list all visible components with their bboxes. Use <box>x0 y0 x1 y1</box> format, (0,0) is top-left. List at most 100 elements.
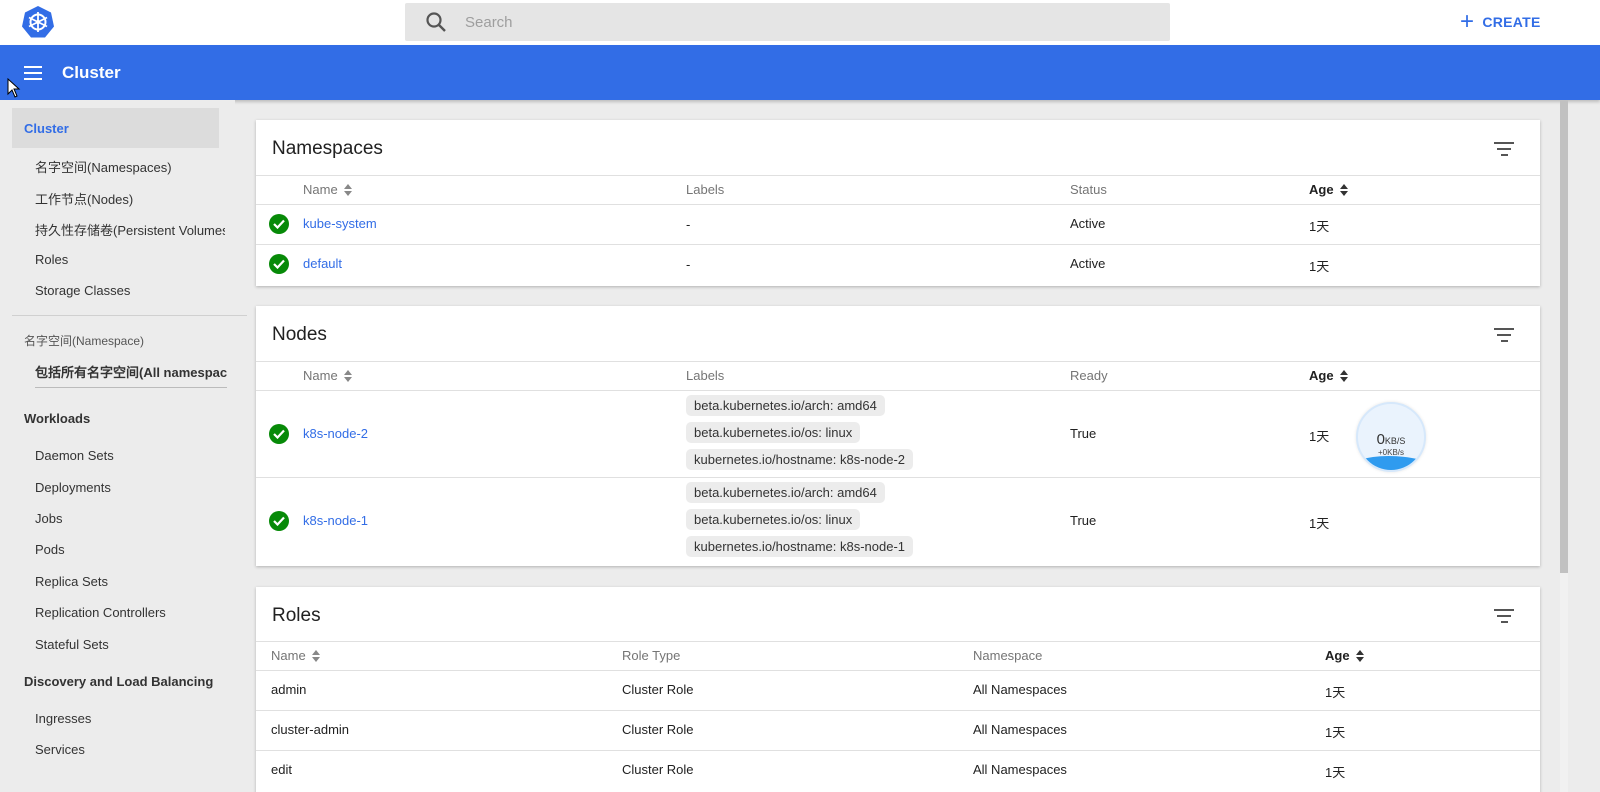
namespace-status: Active <box>1070 216 1106 231</box>
filter-icon[interactable] <box>1494 609 1514 623</box>
node-labels: beta.kubernetes.io/arch: amd64 beta.kube… <box>686 395 914 476</box>
table-row: admin Cluster Role All Namespaces 1天 <box>256 671 1540 711</box>
sidebar-item-replica-sets[interactable]: Replica Sets <box>35 574 225 589</box>
column-header-age[interactable]: Age <box>1325 648 1364 663</box>
sidebar-item-storage-classes[interactable]: Storage Classes <box>35 283 225 298</box>
sidebar-item-deployments[interactable]: Deployments <box>35 480 225 495</box>
success-check-icon <box>269 424 289 444</box>
sidebar: Cluster 名字空间(Namespaces) 工作节点(Nodes) 持久性… <box>0 100 247 792</box>
namespace-selector-label: 名字空间(Namespace) <box>24 334 145 348</box>
node-age: 1天 <box>1309 429 1330 444</box>
nodes-title: Nodes <box>272 324 327 345</box>
sidebar-item-replication-controllers[interactable]: Replication Controllers <box>35 605 225 620</box>
role-name[interactable]: cluster-admin <box>271 722 349 737</box>
role-type: Cluster Role <box>622 762 694 777</box>
sidebar-item-daemon-sets[interactable]: Daemon Sets <box>35 448 225 463</box>
column-header-namespace: Namespace <box>973 648 1043 663</box>
label-chip: kubernetes.io/hostname: k8s-node-1 <box>686 536 914 557</box>
node-ready: True <box>1070 426 1097 441</box>
column-header-labels: Labels <box>686 182 725 197</box>
search-icon <box>426 12 446 32</box>
label-chip: beta.kubernetes.io/arch: amd64 <box>686 482 885 503</box>
sidebar-item-nodes[interactable]: 工作节点(Nodes) <box>35 189 225 208</box>
sidebar-item-stateful-sets[interactable]: Stateful Sets <box>35 637 225 652</box>
wave-fill <box>1358 456 1424 470</box>
plus-icon: + <box>1460 8 1475 35</box>
sort-icon <box>1339 183 1348 196</box>
column-header-status: Status <box>1070 182 1107 197</box>
sidebar-item-roles[interactable]: Roles <box>35 252 225 267</box>
sidebar-section-discovery[interactable]: Discovery and Load Balancing <box>24 674 213 689</box>
label-chip: beta.kubernetes.io/os: linux <box>686 422 861 443</box>
hamburger-menu-icon[interactable] <box>24 66 42 80</box>
mouse-cursor-icon <box>7 78 21 98</box>
role-age: 1天 <box>1325 685 1346 700</box>
page-title: Cluster <box>62 63 121 82</box>
role-namespace: All Namespaces <box>973 762 1067 777</box>
namespaces-card: Namespaces Name Labels Status Age kube-s… <box>256 120 1540 286</box>
table-row: cluster-admin Cluster Role All Namespace… <box>256 711 1540 751</box>
role-name[interactable]: edit <box>271 762 292 777</box>
namespaces-table-header: Name Labels Status Age <box>256 175 1540 205</box>
kubernetes-logo-icon[interactable] <box>22 5 54 39</box>
table-row: default - Active 1天 <box>256 245 1540 286</box>
sidebar-item-jobs[interactable]: Jobs <box>35 511 225 526</box>
namespace-age: 1天 <box>1309 259 1330 274</box>
namespace-selector[interactable]: 包括所有名字空间(All namespaces) <box>35 362 227 388</box>
sidebar-item-pods[interactable]: Pods <box>35 542 225 557</box>
top-bar: + CREATE <box>0 0 1600 45</box>
create-button[interactable]: + CREATE <box>1460 10 1541 34</box>
namespaces-title: Namespaces <box>272 138 383 159</box>
network-speed-value: 0KB/S <box>1376 431 1406 448</box>
filter-icon[interactable] <box>1494 328 1514 342</box>
namespace-link[interactable]: default <box>303 256 342 271</box>
node-ready: True <box>1070 513 1097 528</box>
sidebar-section-workloads[interactable]: Workloads <box>24 411 90 426</box>
sort-icon <box>311 649 320 662</box>
node-labels: beta.kubernetes.io/arch: amd64 beta.kube… <box>686 482 914 563</box>
column-header-name[interactable]: Name <box>303 368 352 383</box>
sort-icon <box>343 183 352 196</box>
roles-card: Roles Name Role Type Namespace Age admin… <box>256 587 1540 792</box>
filter-icon[interactable] <box>1494 142 1514 156</box>
role-namespace: All Namespaces <box>973 682 1067 697</box>
column-header-ready: Ready <box>1070 368 1108 383</box>
search-input[interactable] <box>465 3 1145 41</box>
namespace-link[interactable]: kube-system <box>303 216 377 231</box>
column-header-labels: Labels <box>686 368 725 383</box>
scrollbar-thumb[interactable] <box>1560 100 1568 573</box>
table-row: k8s-node-1 beta.kubernetes.io/arch: amd6… <box>256 478 1540 566</box>
sort-icon <box>1339 369 1348 382</box>
sidebar-item-namespaces[interactable]: 名字空间(Namespaces) <box>35 157 225 176</box>
label-chip: beta.kubernetes.io/arch: amd64 <box>686 395 885 416</box>
roles-table-header: Name Role Type Namespace Age <box>256 641 1540 671</box>
table-row: edit Cluster Role All Namespaces 1天 <box>256 751 1540 791</box>
sidebar-item-services[interactable]: Services <box>35 742 225 757</box>
sort-icon <box>343 369 352 382</box>
sidebar-item-ingresses[interactable]: Ingresses <box>35 711 225 726</box>
roles-title: Roles <box>272 605 321 626</box>
label-chip: beta.kubernetes.io/os: linux <box>686 509 861 530</box>
page-scrollbar[interactable] <box>1560 100 1568 792</box>
node-age: 1天 <box>1309 516 1330 531</box>
network-speed-sub: +0KB/s <box>1377 448 1404 457</box>
nodes-card: Nodes Name Labels Ready Age k8s-node-2 b… <box>256 306 1540 566</box>
role-age: 1天 <box>1325 765 1346 780</box>
column-header-age[interactable]: Age <box>1309 182 1348 197</box>
column-header-name[interactable]: Name <box>303 182 352 197</box>
node-link[interactable]: k8s-node-1 <box>303 513 368 528</box>
column-header-age[interactable]: Age <box>1309 368 1348 383</box>
role-name[interactable]: admin <box>271 682 306 697</box>
sidebar-item-persistent-volumes[interactable]: 持久性存储卷(Persistent Volumes) <box>35 220 225 239</box>
namespace-labels: - <box>686 217 691 232</box>
sidebar-item-cluster[interactable]: Cluster <box>12 108 219 148</box>
nodes-table-header: Name Labels Ready Age <box>256 361 1540 391</box>
label-chip: kubernetes.io/hostname: k8s-node-2 <box>686 449 914 470</box>
table-row: k8s-node-2 beta.kubernetes.io/arch: amd6… <box>256 391 1540 478</box>
namespace-labels: - <box>686 257 691 272</box>
page-header: Cluster <box>0 45 1600 100</box>
column-header-name[interactable]: Name <box>271 648 320 663</box>
node-link[interactable]: k8s-node-2 <box>303 426 368 441</box>
network-speed-widget[interactable]: 0KB/S +0KB/s <box>1356 402 1426 472</box>
column-header-role-type: Role Type <box>622 648 681 663</box>
